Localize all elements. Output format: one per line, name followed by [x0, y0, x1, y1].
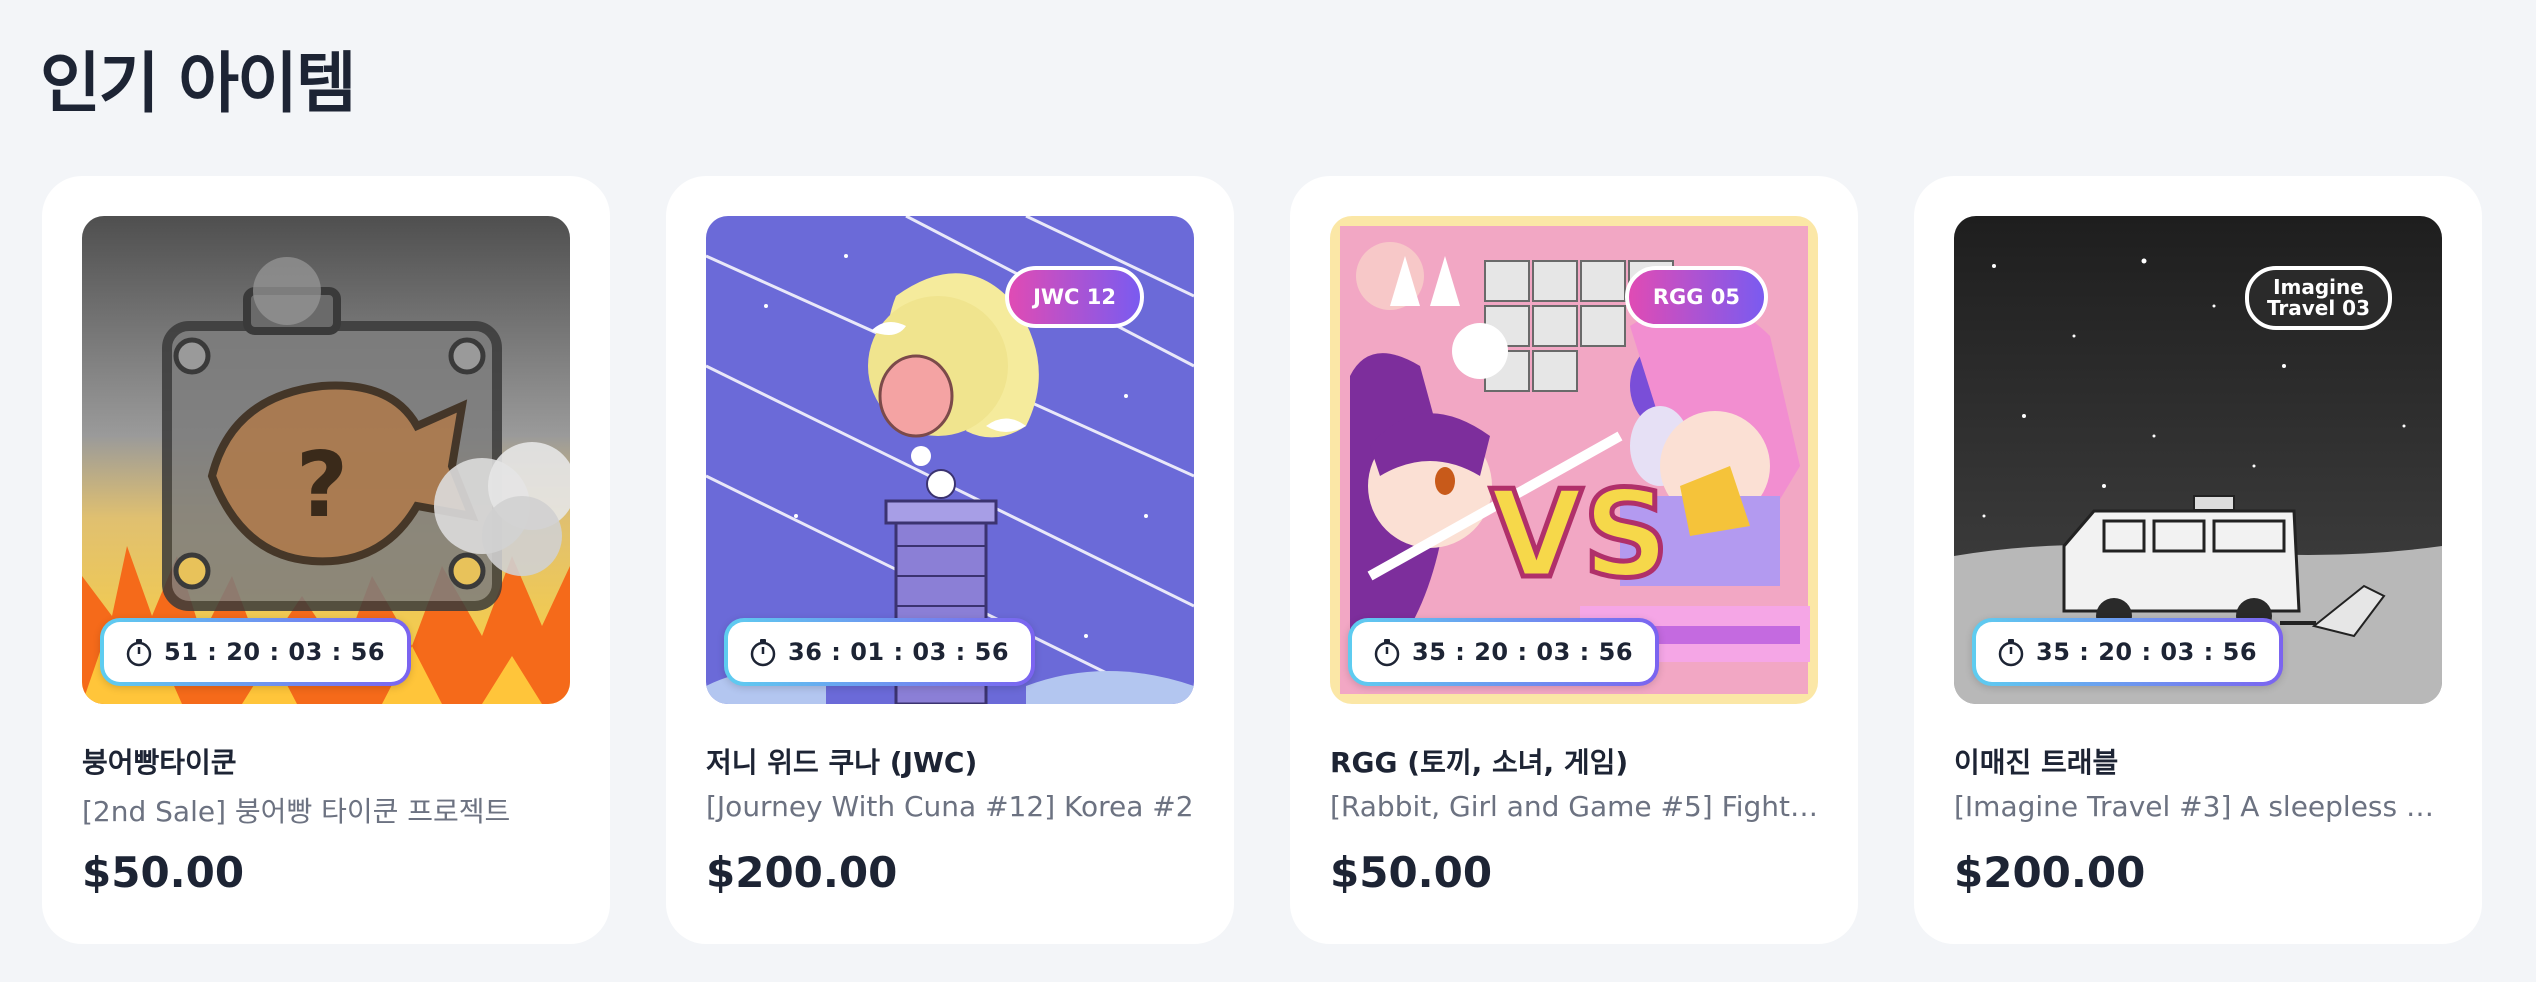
item-card[interactable]: ? 51 : 20 : 03 : 56 붕어빵타이쿤 [2nd Sale] 붕어… [42, 176, 610, 944]
stopwatch-icon [750, 639, 776, 667]
countdown-timer: 36 : 01 : 03 : 56 [724, 618, 1035, 686]
timer-text: 36 : 01 : 03 : 56 [788, 638, 1010, 666]
section-title: 인기 아이템 [40, 45, 357, 122]
edition-badge: Imagine Travel 03 [2244, 266, 2392, 330]
item-price: $200.00 [1954, 848, 2146, 897]
timer-text: 35 : 20 : 03 : 56 [2036, 638, 2258, 666]
collection-name: 붕어빵타이쿤 [82, 746, 237, 779]
edition-badge: RGG 05 [1624, 266, 1768, 328]
item-name: [Rabbit, Girl and Game #5] Fighting ... [1330, 790, 1820, 823]
stopwatch-icon [1998, 639, 2024, 667]
popular-items-grid: ? 51 : 20 : 03 : 56 붕어빵타이쿤 [2nd Sale] 붕어… [42, 176, 2482, 944]
item-name: [Imagine Travel #3] A sleepless night [1954, 790, 2444, 823]
item-card[interactable]: JWC 12 36 : 01 : 03 : 56 저니 위드 쿠나 (JWC) … [666, 176, 1234, 944]
item-name: [2nd Sale] 붕어빵 타이쿤 프로젝트 [82, 795, 511, 828]
stopwatch-icon [1374, 639, 1400, 667]
countdown-timer: 51 : 20 : 03 : 56 [100, 618, 411, 686]
countdown-timer: 35 : 20 : 03 : 56 [1972, 618, 2283, 686]
item-price: $50.00 [82, 848, 245, 897]
item-price: $50.00 [1330, 848, 1493, 897]
item-card[interactable]: VS RGG 05 35 : 20 : 03 : 56 RGG (토끼, 소녀,… [1290, 176, 1858, 944]
item-card[interactable]: Imagine Travel 03 35 : 20 : 03 : 56 이매진 트… [1914, 176, 2482, 944]
countdown-timer: 35 : 20 : 03 : 56 [1348, 618, 1659, 686]
badge-line: Imagine Travel 03 [2266, 275, 2370, 320]
item-price: $200.00 [706, 848, 898, 897]
svg-text:?: ? [296, 433, 348, 538]
timer-text: 35 : 20 : 03 : 56 [1412, 638, 1634, 666]
item-name: [Journey With Cuna #12] Korea #2 [706, 790, 1194, 823]
timer-text: 51 : 20 : 03 : 56 [164, 638, 386, 666]
vs-text: VS [1490, 466, 1669, 605]
edition-badge: JWC 12 [1005, 266, 1144, 328]
stopwatch-icon [126, 639, 152, 667]
collection-name: 이매진 트래블 [1954, 746, 2119, 779]
collection-name: 저니 위드 쿠나 (JWC) [706, 746, 978, 779]
collection-name: RGG (토끼, 소녀, 게임) [1330, 746, 1629, 779]
